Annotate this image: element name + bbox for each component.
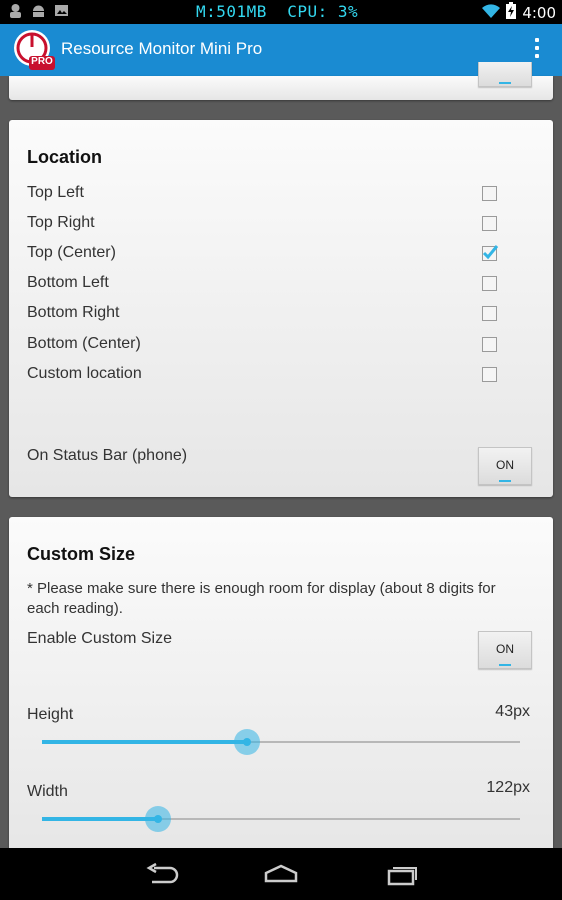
enable-custom-size-toggle-label: ON	[496, 642, 514, 656]
location-option-custom[interactable]: Custom location	[27, 365, 142, 383]
enable-custom-size-label: Enable Custom Size	[27, 630, 172, 647]
clock: 4:00	[522, 3, 556, 22]
top-right-checkbox[interactable]	[482, 216, 497, 231]
custom-size-title: Custom Size	[27, 544, 136, 564]
custom-location-checkbox[interactable]	[482, 367, 497, 382]
app-logo-badge: PRO	[31, 56, 53, 67]
location-option-bottom-left[interactable]: Bottom Left	[27, 274, 109, 292]
user-icon	[8, 3, 23, 18]
top-center-checkbox[interactable]	[482, 245, 499, 261]
location-option-top-center[interactable]: Top (Center)	[27, 244, 116, 262]
location-option-bottom-center[interactable]: Bottom (Center)	[27, 335, 141, 353]
status-bar-toggle-label: ON	[496, 458, 514, 472]
bottom-center-checkbox[interactable]	[482, 337, 497, 352]
bottom-right-checkbox[interactable]	[482, 306, 497, 321]
app-title: Resource Monitor Mini Pro	[61, 39, 263, 58]
previous-card	[9, 62, 553, 100]
height-value: 43px	[495, 703, 530, 720]
android-icon	[31, 3, 46, 18]
recent-apps-icon[interactable]	[384, 862, 420, 890]
navigation-bar	[0, 848, 562, 900]
location-title: Location	[27, 147, 102, 167]
back-icon[interactable]	[144, 862, 180, 890]
width-slider-thumb[interactable]	[145, 806, 172, 832]
location-option-top-right[interactable]: Top Right	[27, 214, 95, 232]
overflow-menu-icon[interactable]	[534, 38, 540, 62]
status-bar-option-label: On Status Bar (phone)	[27, 447, 188, 464]
width-label: Width	[27, 783, 68, 800]
width-value: 122px	[486, 779, 530, 796]
top-left-checkbox[interactable]	[482, 186, 497, 201]
home-icon[interactable]	[263, 862, 299, 890]
resource-monitor-readout: M:501MB CPU: 3%	[196, 2, 359, 21]
wifi-icon	[482, 3, 501, 23]
status-bar: M:501MB CPU: 3% 4:00	[0, 0, 562, 24]
custom-size-note: * Please make sure there is enough room …	[27, 580, 496, 617]
height-slider-thumb[interactable]	[234, 729, 261, 755]
image-icon	[54, 3, 69, 18]
toggle-indicator	[499, 664, 511, 666]
previous-card-toggle[interactable]	[478, 62, 532, 87]
battery-icon	[506, 2, 517, 23]
enable-custom-size-toggle[interactable]: ON	[478, 631, 532, 669]
app-logo-icon[interactable]: PRO	[12, 28, 56, 72]
custom-size-card: Custom Size * Please make sure there is …	[9, 517, 553, 857]
height-label: Height	[27, 706, 74, 723]
location-option-bottom-right[interactable]: Bottom Right	[27, 304, 119, 322]
toggle-indicator	[499, 480, 511, 482]
width-slider[interactable]	[42, 804, 520, 834]
notification-icons	[8, 3, 69, 18]
location-card: Location Top Left Top Right Top (Center)…	[9, 120, 553, 497]
checkmark-icon	[482, 245, 499, 260]
status-bar-toggle[interactable]: ON	[478, 447, 532, 485]
location-option-top-left[interactable]: Top Left	[27, 184, 84, 202]
bottom-left-checkbox[interactable]	[482, 276, 497, 291]
height-slider[interactable]	[42, 727, 520, 757]
